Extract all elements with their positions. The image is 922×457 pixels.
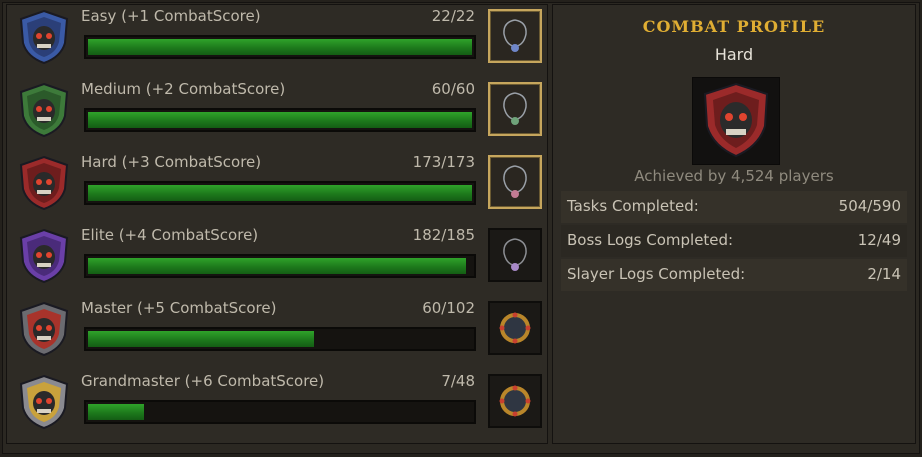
ring-icon [499,385,531,417]
tier-count: 173/173 [412,153,475,171]
tier-progress-bar [84,254,476,278]
tier-progress-fill [88,331,314,347]
stat-value: 2/14 [867,265,901,283]
ring-icon [499,312,531,344]
easy-tier-badge-icon [19,9,69,65]
tier-list: Easy (+1 CombatScore) 22/22 Medium (+2 C… [6,4,548,444]
stat-row-boss-logs: Boss Logs Completed: 12/49 [561,225,907,257]
tier-row-easy[interactable]: Easy (+1 CombatScore) 22/22 [7,5,547,77]
elite-tier-badge-icon [19,228,69,284]
amulet-icon [503,92,527,125]
tier-progress-fill [88,112,472,128]
stat-row-tasks: Tasks Completed: 504/590 [561,191,907,223]
tier-name: Elite (+4 CombatScore) [81,226,259,244]
tier-progress-bar [84,181,476,205]
stat-value: 504/590 [838,197,901,215]
stat-label: Boss Logs Completed: [567,231,734,249]
tier-reward-slot[interactable] [488,228,542,282]
profile-tier-name: Hard [714,45,754,64]
tier-progress-fill [88,185,472,201]
tier-reward-slot[interactable] [488,374,542,428]
stat-value: 12/49 [857,231,901,249]
amulet-icon [503,19,527,52]
tier-name: Master (+5 CombatScore) [81,299,277,317]
combat-profile-panel: COMBAT PROFILE Hard Achieved by 4,524 pl… [552,4,916,444]
tier-row-medium[interactable]: Medium (+2 CombatScore) 60/60 [7,78,547,150]
tier-progress-bar [84,108,476,132]
medium-tier-badge-icon [19,82,69,138]
profile-title: COMBAT PROFILE [642,17,826,36]
amulet-icon [503,165,527,198]
tier-name: Hard (+3 CombatScore) [81,153,262,171]
tier-count: 22/22 [431,7,475,25]
stat-label: Slayer Logs Completed: [567,265,746,283]
amulet-icon [503,238,527,271]
tier-count: 182/185 [412,226,475,244]
hard-tier-badge-icon [19,155,69,211]
tier-row-elite[interactable]: Elite (+4 CombatScore) 182/185 [7,224,547,296]
tier-count: 60/102 [422,299,475,317]
tier-name: Medium (+2 CombatScore) [81,80,286,98]
tier-progress-bar [84,35,476,59]
grandmaster-tier-badge-icon [19,374,69,430]
master-tier-badge-icon [19,301,69,357]
tier-row-master[interactable]: Master (+5 CombatScore) 60/102 [7,297,547,369]
tier-progress-fill [88,258,466,274]
tier-name: Grandmaster (+6 CombatScore) [81,372,325,390]
tier-progress-fill [88,39,472,55]
tier-reward-slot[interactable] [488,301,542,355]
tier-row-grandmaster[interactable]: Grandmaster (+6 CombatScore) 7/48 [7,370,547,442]
tier-progress-bar [84,400,476,424]
stat-label: Tasks Completed: [567,197,699,215]
profile-badge [692,77,780,165]
tier-reward-slot[interactable] [488,9,542,63]
tier-row-hard[interactable]: Hard (+3 CombatScore) 173/173 [7,151,547,223]
tier-reward-slot[interactable] [488,82,542,136]
achieved-by-text: Achieved by 4,524 players [634,167,834,185]
tier-name: Easy (+1 CombatScore) [81,7,261,25]
tier-count: 7/48 [441,372,475,390]
stat-row-slayer-logs: Slayer Logs Completed: 2/14 [561,259,907,291]
tier-progress-bar [84,327,476,351]
tier-progress-fill [88,404,144,420]
hard-tier-badge-icon [703,82,769,158]
tier-reward-slot[interactable] [488,155,542,209]
tier-count: 60/60 [431,80,475,98]
